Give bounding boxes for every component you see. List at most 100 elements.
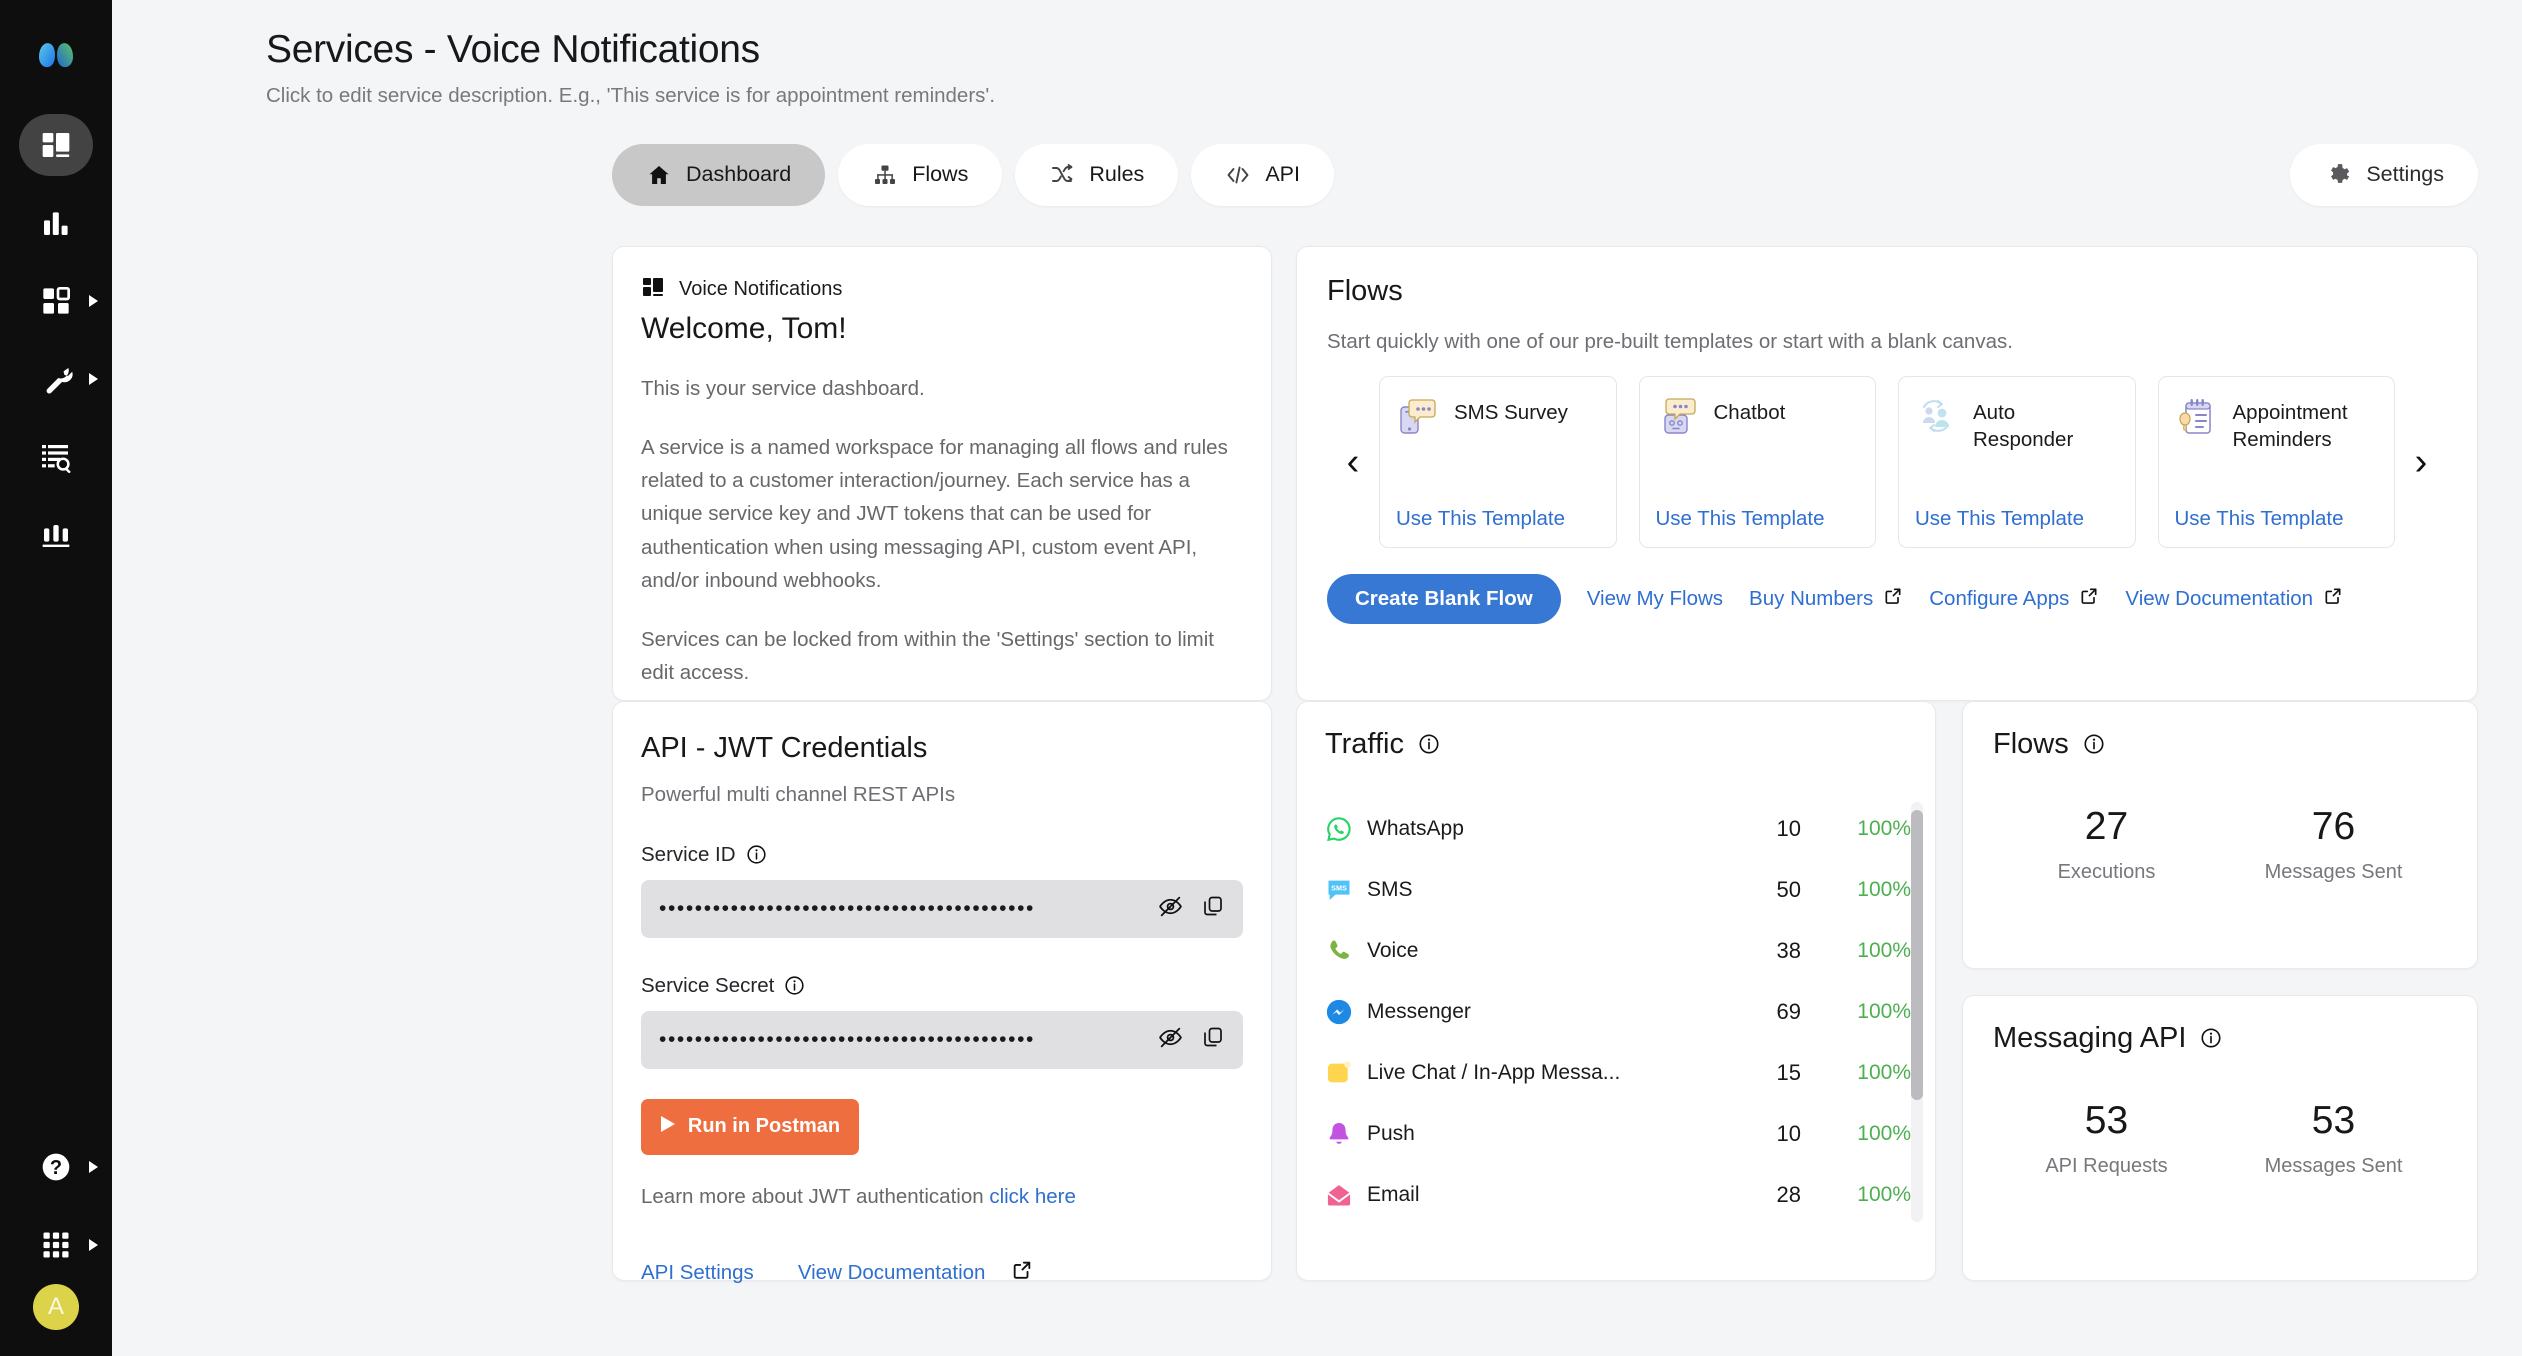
- sidebar-item-app-switcher[interactable]: [0, 1206, 112, 1284]
- tab-api-label: API: [1265, 162, 1300, 187]
- flows-stats-values: 27 Executions 76 Messages Sent: [1993, 805, 2447, 884]
- whatsapp-icon: [1325, 815, 1367, 843]
- template-name: Auto Responder: [1973, 400, 2074, 452]
- eye-off-icon[interactable]: [1158, 1025, 1183, 1055]
- copy-icon[interactable]: [1201, 1025, 1225, 1054]
- channel-name: Messenger: [1367, 1000, 1471, 1024]
- run-in-postman-button[interactable]: Run in Postman: [641, 1098, 859, 1155]
- webex-logo[interactable]: [26, 24, 86, 84]
- table-row[interactable]: SMS SMS 50 100%: [1325, 860, 1911, 921]
- buy-numbers-label: Buy Numbers: [1749, 586, 1874, 610]
- carousel-next-button[interactable]: ›: [2395, 376, 2447, 548]
- tab-flows[interactable]: Flows: [838, 143, 1003, 206]
- info-icon[interactable]: [784, 975, 805, 996]
- flows-action-row: Create Blank Flow View My Flows Buy Numb…: [1327, 573, 2447, 624]
- use-template-link[interactable]: Use This Template: [1915, 507, 2119, 531]
- api-card-subtitle: Powerful multi channel REST APIs: [641, 782, 956, 806]
- table-row[interactable]: Voice 38 100%: [1325, 921, 1911, 982]
- template-name: SMS Survey: [1454, 400, 1568, 424]
- channel-name: Live Chat / In-App Messa...: [1367, 1061, 1621, 1085]
- dashboard-grid-icon: [19, 114, 93, 176]
- help-icon: ?: [19, 1136, 93, 1198]
- voice-phone-icon: [1325, 937, 1367, 965]
- use-template-link[interactable]: Use This Template: [1396, 507, 1600, 531]
- info-icon[interactable]: [2200, 1027, 2222, 1049]
- sidebar-item-apps[interactable]: [0, 262, 112, 340]
- template-name: Appointment Reminders: [2232, 400, 2348, 452]
- table-row[interactable]: WhatsApp 10 100%: [1325, 799, 1911, 860]
- jwt-click-here-link[interactable]: click here: [989, 1185, 1076, 1208]
- table-row[interactable]: Messenger 69 100%: [1325, 982, 1911, 1043]
- avatar[interactable]: A: [33, 1284, 79, 1330]
- messaging-api-stats-title: Messaging API: [1993, 1022, 2447, 1055]
- table-row[interactable]: Live Chat / In-App Messa... 15 100%: [1325, 1043, 1911, 1104]
- info-icon[interactable]: [1418, 733, 1440, 755]
- sidebar-item-help[interactable]: ?: [0, 1128, 112, 1206]
- copy-icon[interactable]: [1201, 894, 1225, 923]
- template-card-appointment-reminders[interactable]: Appointment Reminders Use This Template: [2157, 375, 2395, 548]
- stat-api-requests: 53 API Requests: [1993, 1099, 2220, 1178]
- page-subtitle-editable[interactable]: Click to edit service description. E.g.,…: [266, 84, 2522, 108]
- stat-executions: 27 Executions: [1993, 805, 2220, 884]
- channel-count: 10: [1776, 1121, 1801, 1147]
- stat-value: 53: [2084, 1098, 2129, 1142]
- api-view-documentation-label: View Documentation: [797, 1260, 986, 1284]
- tab-dashboard-label: Dashboard: [686, 162, 792, 187]
- api-settings-link[interactable]: API Settings: [641, 1261, 754, 1285]
- flows-stats-card: Flows 27 Executions 76 Messages Sent: [1962, 700, 2478, 969]
- buy-numbers-link[interactable]: Buy Numbers: [1749, 586, 1903, 612]
- settings-button[interactable]: Settings: [2290, 143, 2478, 206]
- sidebar-item-dashboard[interactable]: [0, 106, 112, 184]
- carousel-prev-button[interactable]: ‹: [1327, 376, 1379, 548]
- stat-label: Executions: [2057, 860, 2156, 883]
- app-root: ? A Services - Voice Notifications Click…: [0, 0, 2522, 1356]
- welcome-paragraph-3: Services can be locked from within the '…: [641, 627, 1214, 685]
- traffic-scrollbar-track[interactable]: [1911, 801, 1923, 1222]
- sidebar: ? A: [0, 0, 112, 1356]
- chatbot-icon: [1656, 395, 1700, 444]
- template-card-chatbot[interactable]: Chatbot Use This Template: [1638, 375, 1876, 548]
- api-jwt-credentials-card: API - JWT Credentials Powerful multi cha…: [612, 700, 1272, 1284]
- create-blank-flow-button[interactable]: Create Blank Flow: [1327, 573, 1561, 624]
- view-my-flows-link[interactable]: View My Flows: [1587, 587, 1723, 611]
- tools-wrench-icon: [19, 348, 93, 410]
- template-card-auto-responder[interactable]: Auto Responder Use This Template: [1898, 375, 2136, 548]
- traffic-scrollbar-thumb[interactable]: [1911, 809, 1923, 1100]
- channel-percent: 100%: [1857, 1122, 1911, 1146]
- use-template-link[interactable]: Use This Template: [2175, 507, 2379, 531]
- chevron-right-icon: [89, 373, 98, 385]
- table-row[interactable]: Email 28 100%: [1325, 1165, 1911, 1226]
- service-secret-field[interactable]: ••••••••••••••••••••••••••••••••••••••••…: [641, 1010, 1243, 1069]
- tab-rules-label: Rules: [1089, 162, 1145, 187]
- stats-column: Flows 27 Executions 76 Messages Sent Mes…: [1962, 700, 2478, 1281]
- reports-chart-icon: [19, 504, 93, 566]
- sidebar-item-reports[interactable]: [0, 496, 112, 574]
- template-card-sms-survey[interactable]: SMS Survey Use This Template: [1379, 375, 1617, 548]
- view-my-flows-label: View My Flows: [1586, 586, 1724, 610]
- service-secret-value: ••••••••••••••••••••••••••••••••••••••••…: [659, 1027, 1035, 1051]
- analytics-bar-icon: [19, 192, 93, 254]
- table-row[interactable]: Push 10 100%: [1325, 1104, 1911, 1165]
- tab-rules[interactable]: Rules: [1015, 143, 1179, 206]
- channel-percent: 100%: [1857, 1000, 1911, 1024]
- welcome-service-header: Voice Notifications: [641, 275, 1243, 304]
- api-view-documentation-link[interactable]: View Documentation: [798, 1259, 1034, 1287]
- chevron-right-icon: [89, 295, 98, 307]
- sidebar-item-analytics[interactable]: [0, 184, 112, 262]
- info-icon[interactable]: [2083, 733, 2105, 755]
- flows-templates-card: Flows Start quickly with one of our pre-…: [1296, 245, 2478, 701]
- tab-dashboard[interactable]: Dashboard: [612, 143, 826, 206]
- api-settings-label: API Settings: [641, 1260, 754, 1284]
- tab-api[interactable]: API: [1191, 143, 1334, 206]
- sidebar-item-logs[interactable]: [0, 418, 112, 496]
- external-link-icon: [1883, 586, 1903, 612]
- app-switcher-icon: [19, 1214, 93, 1276]
- service-id-field[interactable]: ••••••••••••••••••••••••••••••••••••••••…: [641, 879, 1243, 938]
- configure-apps-link[interactable]: Configure Apps: [1929, 586, 2099, 612]
- use-template-link[interactable]: Use This Template: [1656, 507, 1860, 531]
- info-icon[interactable]: [746, 844, 767, 865]
- appointment-reminders-icon: [2175, 395, 2219, 444]
- view-documentation-link[interactable]: View Documentation: [2125, 586, 2343, 612]
- eye-off-icon[interactable]: [1158, 894, 1183, 924]
- sidebar-item-tools[interactable]: [0, 340, 112, 418]
